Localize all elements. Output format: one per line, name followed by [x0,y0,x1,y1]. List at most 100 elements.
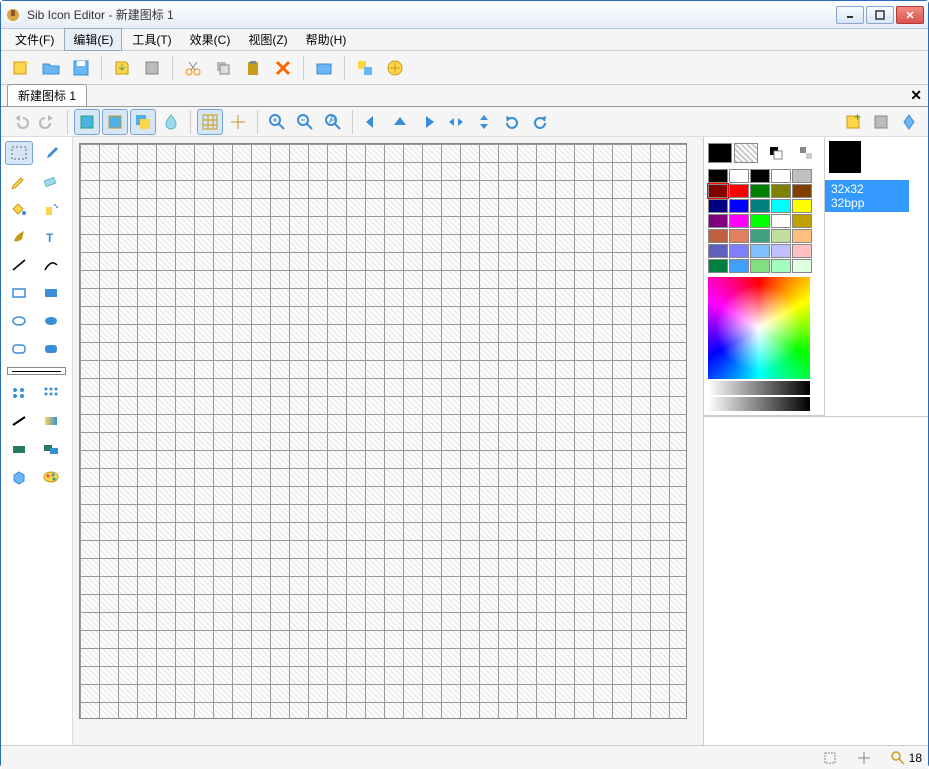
palette-tool[interactable] [37,465,65,489]
menu-effects[interactable]: 效果(C) [182,29,239,50]
layer-2-button[interactable] [102,109,128,135]
gradient-tool[interactable] [37,409,65,433]
close-button[interactable] [896,6,924,24]
palette-swatch[interactable] [750,229,770,243]
palette-swatch[interactable] [792,259,812,273]
palette-swatch[interactable] [708,244,728,258]
cube-tool[interactable] [5,465,33,489]
text-tool[interactable]: T [37,225,65,249]
layer-3-button[interactable] [130,109,156,135]
pencil-tool[interactable] [5,169,33,193]
palette-swatch[interactable] [750,169,770,183]
layer-1-button[interactable] [74,109,100,135]
palette-swatch[interactable] [729,169,749,183]
redo-button[interactable] [35,109,61,135]
spray-tool[interactable] [37,197,65,221]
palette-swatch[interactable] [771,199,791,213]
delete-format-button[interactable] [868,109,894,135]
palette-swatch[interactable] [771,244,791,258]
palette-swatch[interactable] [708,259,728,273]
minimize-button[interactable] [836,6,864,24]
alpha-slider[interactable] [708,397,810,411]
eraser-tool[interactable] [37,169,65,193]
palette-swatch[interactable] [729,184,749,198]
rect-filled-tool[interactable] [37,281,65,305]
shift-up-button[interactable] [387,109,413,135]
rotate-left-button[interactable] [499,109,525,135]
palette-swatch[interactable] [771,259,791,273]
roundrect-filled-tool[interactable] [37,337,65,361]
palette-swatch[interactable] [729,214,749,228]
rotate-right-button[interactable] [527,109,553,135]
foreground-color[interactable] [708,143,732,163]
palette-swatch[interactable] [771,214,791,228]
grid-toggle-button[interactable] [197,109,223,135]
palette-swatch[interactable] [750,214,770,228]
flip-vertical-button[interactable] [471,109,497,135]
swap-colors-icon[interactable] [762,141,790,165]
crosshair-button[interactable] [225,109,251,135]
pixel-canvas[interactable] [79,143,687,719]
menu-edit[interactable]: 编辑(E) [64,28,122,51]
rect-outline-tool[interactable] [5,281,33,305]
shift-right-button[interactable] [415,109,441,135]
palette-swatch[interactable] [771,184,791,198]
maximize-button[interactable] [866,6,894,24]
zoom-in-button[interactable] [264,109,290,135]
color-picker-area[interactable] [708,277,810,379]
menu-file[interactable]: 文件(F) [7,29,62,50]
drop-button[interactable] [158,109,184,135]
roundrect-outline-tool[interactable] [5,337,33,361]
pattern-2[interactable] [37,381,65,405]
customize-button[interactable] [381,54,409,82]
color-mode-icon[interactable] [792,141,820,165]
curve-tool[interactable] [37,253,65,277]
open-button[interactable] [37,54,65,82]
palette-swatch[interactable] [792,229,812,243]
palette-swatch[interactable] [708,169,728,183]
brush-tool[interactable] [5,225,33,249]
menu-view[interactable]: 视图(Z) [240,29,295,50]
smudge-tool[interactable] [5,409,33,433]
ellipse-outline-tool[interactable] [5,309,33,333]
menu-tools[interactable]: 工具(T) [124,29,179,50]
library-button[interactable] [310,54,338,82]
cut-button[interactable] [179,54,207,82]
close-tab-button[interactable]: ✕ [910,87,922,104]
palette-swatch[interactable] [792,199,812,213]
undo-button[interactable] [7,109,33,135]
palette-swatch[interactable] [792,169,812,183]
pattern-1[interactable] [5,381,33,405]
luminance-slider[interactable] [708,381,810,395]
eyedropper-tool[interactable] [37,141,65,165]
palette-swatch[interactable] [708,199,728,213]
delete-button[interactable] [269,54,297,82]
paste-button[interactable] [239,54,267,82]
batch-button[interactable] [351,54,379,82]
test-icon-button[interactable] [896,109,922,135]
palette-swatch[interactable] [750,259,770,273]
palette-swatch[interactable] [708,229,728,243]
line-tool[interactable] [5,253,33,277]
background-color[interactable] [734,143,758,163]
zoom-out-button[interactable] [292,109,318,135]
palette-swatch[interactable] [750,244,770,258]
palette-swatch[interactable] [792,214,812,228]
zoom-actual-button[interactable]: A [320,109,346,135]
new-button[interactable] [7,54,35,82]
palette-swatch[interactable] [750,199,770,213]
ellipse-filled-tool[interactable] [37,309,65,333]
copy-button[interactable] [209,54,237,82]
fill-tool[interactable] [5,197,33,221]
line-width-selector[interactable] [7,367,66,375]
palette-swatch[interactable] [708,184,728,198]
selection-tool[interactable] [5,141,33,165]
flip-horizontal-button[interactable] [443,109,469,135]
palette-swatch[interactable] [708,214,728,228]
palette-swatch[interactable] [792,244,812,258]
menu-help[interactable]: 帮助(H) [298,29,355,50]
palette-swatch[interactable] [750,184,770,198]
palette-swatch[interactable] [771,169,791,183]
palette-swatch[interactable] [792,184,812,198]
format-item[interactable]: 32x32 32bpp [825,180,909,212]
